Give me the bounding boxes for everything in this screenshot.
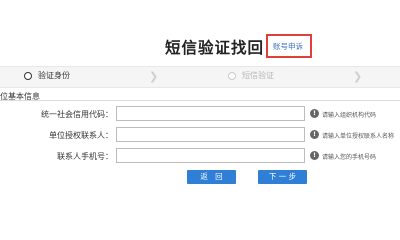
chevron-right-icon: ❯ (149, 70, 159, 83)
next-step-button[interactable]: 下 一 步 (258, 170, 307, 184)
phone-hint: 请输入您的手机号码 (322, 154, 377, 161)
form-row-phone: 联系人手机号： ! 请输入您的手机号码 (0, 148, 400, 165)
section-divider (0, 100, 400, 101)
credit-code-input[interactable] (116, 106, 305, 121)
page-title: 短信验证找回 (165, 39, 265, 57)
back-button[interactable]: 返 回 (187, 170, 236, 184)
step-sms-verify: 短信验证 (228, 70, 274, 81)
step-label: 短信验证 (242, 71, 274, 80)
form-row-credit-code: 统一社会信用代码： ! 请输入组织机构代码 (0, 106, 400, 123)
phone-input[interactable] (116, 148, 305, 163)
form-row-contact-person: 单位授权联系人： ! 请输入单位授权联系人名称 (0, 127, 400, 144)
step-progress-bar: 验证身份 ❯ 短信验证 ❯ (0, 66, 400, 88)
info-icon: ! (310, 151, 319, 160)
step-circle-icon (228, 71, 236, 80)
credit-code-hint: 请输入组织机构代码 (322, 112, 377, 119)
chevron-right-icon: ❯ (353, 70, 363, 83)
contact-person-label: 单位授权联系人： (49, 131, 113, 140)
step-verify-identity: 验证身份 (24, 70, 70, 81)
credit-code-label: 统一社会信用代码： (41, 110, 113, 119)
step-label: 验证身份 (38, 71, 70, 80)
contact-person-hint: 请输入单位授权联系人名称 (322, 133, 395, 140)
contact-person-input[interactable] (116, 127, 305, 142)
appeal-link[interactable]: 账号申诉 (273, 41, 303, 52)
step-circle-icon (24, 71, 32, 80)
phone-label: 联系人手机号： (57, 152, 113, 161)
info-icon: ! (310, 109, 319, 118)
info-icon: ! (310, 130, 319, 139)
